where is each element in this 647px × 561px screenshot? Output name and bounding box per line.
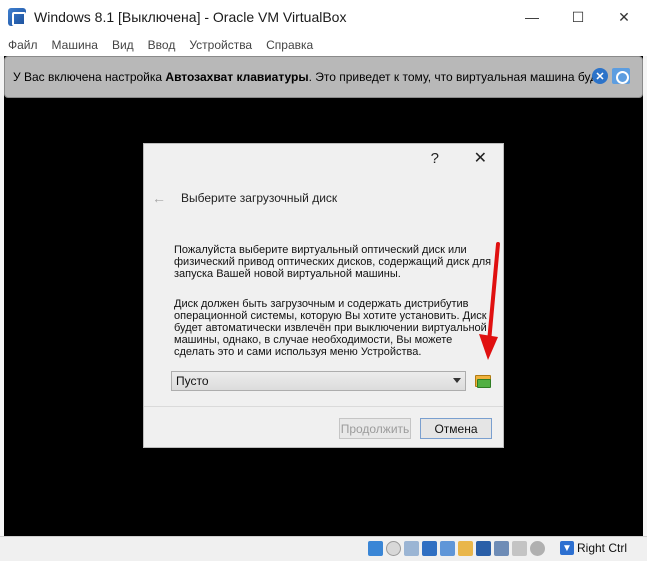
title-bar: Windows 8.1 [Выключена] - Oracle VM Virt… [0, 0, 647, 34]
notice-text-after: . Это приведет к тому, что виртуальная м… [308, 70, 593, 84]
notice-icons: ✕ [592, 68, 630, 84]
menu-input[interactable]: Ввод [148, 38, 176, 52]
dialog-footer: Продолжить Отмена [144, 407, 503, 447]
status-bar: ▼ Right Ctrl [0, 536, 647, 561]
notice-autohide-icon[interactable] [612, 68, 630, 84]
host-key-label: Right Ctrl [577, 541, 628, 555]
menu-devices[interactable]: Устройства [189, 38, 252, 52]
dialog-paragraph-1: Пожалуйста выберите виртуальный оптическ… [174, 244, 492, 280]
mouse-integration-icon[interactable] [530, 541, 545, 556]
folder-front-shape [477, 379, 491, 388]
network-icon[interactable] [422, 541, 437, 556]
menu-view[interactable]: Вид [112, 38, 134, 52]
cancel-button[interactable]: Отмена [420, 418, 492, 439]
continue-button[interactable]: Продолжить [339, 418, 411, 439]
minimize-button[interactable]: — [509, 0, 555, 34]
notice-text: У Вас включена настройка Автозахват клав… [13, 70, 593, 84]
usb-icon[interactable] [440, 541, 455, 556]
virtualbox-window: Windows 8.1 [Выключена] - Oracle VM Virt… [0, 0, 647, 561]
dialog-close-icon[interactable]: ✕ [474, 148, 487, 168]
cpu-icon[interactable] [512, 541, 527, 556]
boot-disk-combobox[interactable]: Пусто [171, 371, 466, 391]
back-arrow-icon[interactable]: ← [152, 190, 166, 206]
virtualbox-icon [8, 8, 26, 26]
audio-icon[interactable] [404, 541, 419, 556]
video-capture-icon[interactable] [494, 541, 509, 556]
notice-close-icon[interactable]: ✕ [592, 68, 608, 84]
window-title: Windows 8.1 [Выключена] - Oracle VM Virt… [34, 9, 347, 25]
combobox-value: Пусто [176, 374, 209, 388]
status-icons [368, 541, 545, 556]
host-key-indicator: ▼ Right Ctrl [560, 541, 627, 555]
chevron-down-icon [453, 378, 461, 383]
dialog-paragraph-2: Диск должен быть загрузочным и содержать… [174, 298, 487, 358]
dialog-heading: Выберите загрузочный диск [181, 191, 338, 205]
menu-file[interactable]: Файл [8, 38, 38, 52]
boot-disk-dialog: ? ✕ ← Выберите загрузочный диск Пожалуйс… [143, 143, 504, 448]
folder-open-icon[interactable] [474, 372, 492, 389]
notice-text-before: У Вас включена настройка [13, 70, 166, 84]
arrow-down-icon: ▼ [560, 541, 574, 555]
help-icon[interactable]: ? [431, 150, 439, 167]
close-button[interactable]: ✕ [601, 0, 647, 34]
menu-bar: Файл Машина Вид Ввод Устройства Справка [0, 34, 647, 56]
red-arrow-annotation [479, 242, 500, 360]
right-frame [643, 56, 647, 536]
maximize-button[interactable]: ☐ [555, 0, 601, 34]
menu-machine[interactable]: Машина [52, 38, 98, 52]
optical-drive-icon[interactable] [386, 541, 401, 556]
hard-disk-icon[interactable] [368, 541, 383, 556]
menu-help[interactable]: Справка [266, 38, 313, 52]
keyboard-capture-notice: У Вас включена настройка Автозахват клав… [4, 56, 643, 98]
shared-folder-icon[interactable] [458, 541, 473, 556]
window-controls: — ☐ ✕ [509, 0, 647, 34]
display-icon[interactable] [476, 541, 491, 556]
notice-text-bold: Автозахват клавиатуры [165, 70, 309, 84]
